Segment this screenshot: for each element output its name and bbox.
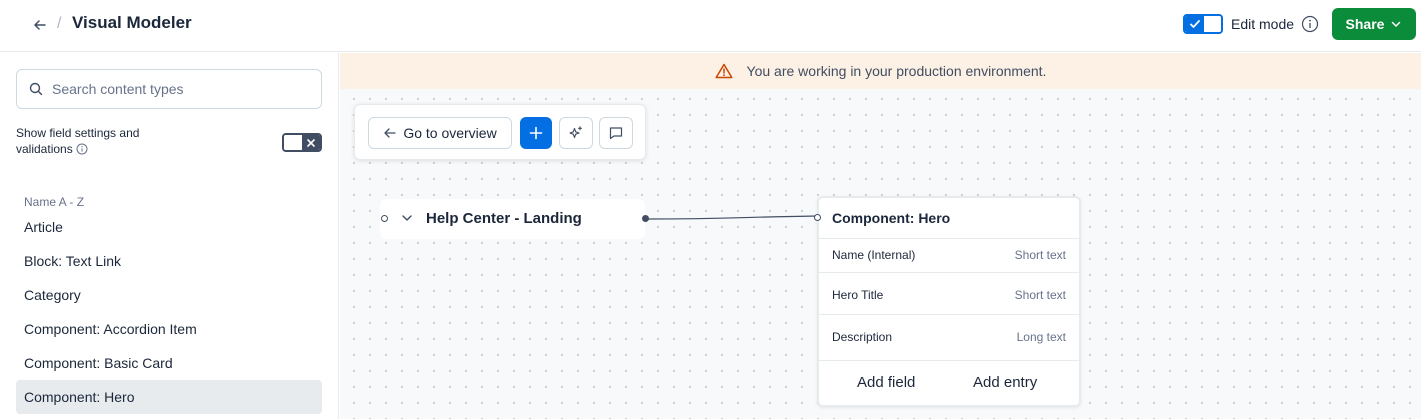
info-icon[interactable] <box>1301 15 1319 33</box>
info-icon[interactable] <box>76 143 88 155</box>
list-item[interactable]: Category <box>16 278 322 312</box>
search-icon <box>29 82 43 96</box>
canvas[interactable]: You are working in your production envir… <box>340 53 1421 419</box>
card-title: Component: Hero <box>819 198 1079 239</box>
share-button[interactable]: Share <box>1332 8 1416 40</box>
field-type: Short text <box>1014 288 1066 302</box>
field-row[interactable]: Description Long text <box>819 315 1079 361</box>
sidebar: Show field settings and validations Name… <box>0 53 339 419</box>
edit-mode-toggle[interactable] <box>1183 14 1223 34</box>
list-item[interactable]: Block: Text Link <box>16 244 322 278</box>
relation-connector <box>645 215 819 220</box>
share-button-label: Share <box>1345 16 1385 32</box>
list-item[interactable]: Component: Basic Card <box>16 346 322 380</box>
field-name: Hero Title <box>832 288 884 302</box>
content-type-node[interactable]: Help Center - Landing <box>380 199 649 239</box>
list-item[interactable]: Article <box>16 210 322 244</box>
header: / Visual Modeler Edit mode Share <box>0 0 1421 52</box>
content-type-card[interactable]: Component: Hero Name (Internal) Short te… <box>814 196 1081 407</box>
search-box[interactable] <box>16 69 322 109</box>
field-name: Description <box>832 330 893 344</box>
close-icon <box>307 138 315 147</box>
card-handle[interactable] <box>814 214 821 221</box>
field-name: Name (Internal) <box>832 248 916 262</box>
back-button[interactable] <box>28 13 52 37</box>
node-handle[interactable] <box>642 215 649 222</box>
sort-label[interactable]: Name A - Z <box>24 195 84 209</box>
arrow-left-icon <box>34 20 46 30</box>
content-type-list: Article Block: Text Link Category Compon… <box>16 210 322 414</box>
chevron-down-icon <box>1392 21 1401 27</box>
card-actions: Add field Add entry <box>819 361 1079 405</box>
field-settings-label: Show field settings and validations <box>16 126 140 156</box>
page-title: Visual Modeler <box>72 13 192 32</box>
field-type: Long text <box>1016 330 1066 344</box>
edit-mode-label: Edit mode <box>1231 16 1295 32</box>
node-handle[interactable] <box>381 215 388 222</box>
list-item-active[interactable]: Component: Hero <box>16 380 322 414</box>
field-type: Short text <box>1014 248 1066 262</box>
checkmark-icon <box>1189 20 1200 28</box>
breadcrumb-separator: / <box>57 15 62 32</box>
add-field-button[interactable]: Add field <box>857 374 915 391</box>
field-settings-toggle[interactable] <box>282 133 322 152</box>
list-item[interactable]: Component: Accordion Item <box>16 312 322 346</box>
node-label: Help Center - Landing <box>426 210 582 227</box>
add-entry-button[interactable]: Add entry <box>973 374 1037 391</box>
field-row[interactable]: Hero Title Short text <box>819 273 1079 315</box>
field-row[interactable]: Name (Internal) Short text <box>819 239 1079 273</box>
search-input[interactable] <box>52 81 312 97</box>
chevron-down-icon[interactable] <box>400 211 414 225</box>
